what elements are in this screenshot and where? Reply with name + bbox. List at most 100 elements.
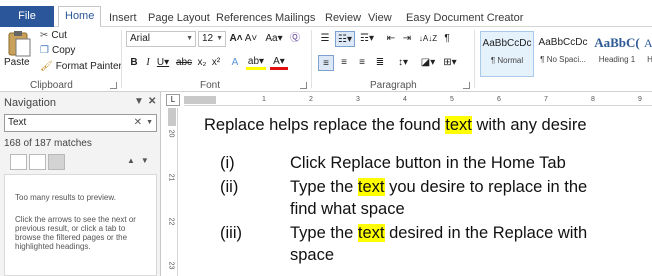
style-normal[interactable]: AaBbCcDc ¶ Normal xyxy=(480,31,534,77)
list-item: (ii) Type the text you desire to replace… xyxy=(220,178,650,222)
font-size-combo[interactable]: 12 ▼ xyxy=(198,31,226,47)
superscript-icon[interactable]: x² xyxy=(210,55,222,71)
bold-icon[interactable]: B xyxy=(128,55,140,71)
ruler-mark: 2 xyxy=(309,96,313,103)
line-spacing-icon[interactable]: ↕▾ xyxy=(394,55,412,71)
result-arrows[interactable]: ▲▼ xyxy=(127,156,155,165)
align-center-icon[interactable]: ≡ xyxy=(336,55,352,71)
tab-page-layout[interactable]: Page Layout xyxy=(142,9,216,27)
font-name-combo[interactable]: Arial ▼ xyxy=(126,31,196,47)
paragraph-launcher[interactable] xyxy=(463,82,470,89)
shrink-font-button[interactable]: A˅ xyxy=(244,31,258,47)
ruler-mark: 22 xyxy=(167,217,175,226)
style-name: ¶ Normal xyxy=(490,56,524,65)
show-marks-button[interactable]: ¶ xyxy=(441,31,453,47)
style-no-spacing[interactable]: AaBbCcDc ¶ No Spaci... xyxy=(536,31,590,77)
highlight-icon[interactable]: ab▾ xyxy=(246,55,266,70)
font-group-label: Font xyxy=(200,80,221,91)
search-value: Text xyxy=(8,117,27,128)
copy-button[interactable]: ❐ Copy xyxy=(40,44,75,58)
clear-search-icon[interactable]: ✕ xyxy=(134,115,142,131)
subscript-icon[interactable]: x₂ xyxy=(196,55,208,71)
style-heading-2[interactable]: AaB H xyxy=(644,31,652,77)
navigation-title: Navigation xyxy=(4,97,56,109)
change-case-button[interactable]: Aa▾ xyxy=(264,31,284,47)
results-tab-icon[interactable] xyxy=(48,154,65,170)
style-sample: AaB xyxy=(644,36,652,50)
style-heading-1[interactable]: AaBbC( Heading 1 xyxy=(592,31,642,77)
vertical-ruler[interactable]: 20 21 22 23 xyxy=(166,108,178,276)
tab-easy-document-creator[interactable]: Easy Document Creator xyxy=(400,9,529,27)
font-name-value: Arial xyxy=(130,33,151,44)
cut-button[interactable]: ✂ Cut xyxy=(40,29,67,43)
increase-indent-icon[interactable]: ⇥ xyxy=(400,31,414,47)
tab-home[interactable]: Home xyxy=(58,6,102,28)
text-run: desired in the Replace with xyxy=(384,224,588,242)
style-name: H xyxy=(647,55,652,64)
text-run: you desire to replace in the xyxy=(384,178,588,196)
paste-button[interactable] xyxy=(6,29,32,59)
ruler-mark: 4 xyxy=(403,96,407,103)
style-sample: AaBbCcDc xyxy=(482,38,532,49)
numbering-icon[interactable]: ☷▾ xyxy=(335,31,355,47)
list-number: (ii) xyxy=(220,178,239,196)
style-name: Heading 1 xyxy=(598,55,636,64)
list-item: (iii) Type the text desired in the Repla… xyxy=(220,224,650,268)
tab-insert[interactable]: Insert xyxy=(103,9,143,27)
font-color-icon[interactable]: A▾ xyxy=(270,55,288,70)
clear-formatting-button[interactable]: Ⓠ xyxy=(288,31,302,47)
font-launcher[interactable] xyxy=(300,82,307,89)
navigation-tabs xyxy=(10,154,65,170)
document-page[interactable]: Replace helps replace the found text wit… xyxy=(182,108,652,276)
tab-mailings[interactable]: Mailings xyxy=(269,9,321,27)
ruler-mark: 1 xyxy=(262,96,266,103)
pane-options-icon[interactable]: ▼ xyxy=(134,96,144,107)
match-count: 168 of 187 matches xyxy=(4,138,92,149)
headings-tab-icon[interactable] xyxy=(10,154,27,170)
tab-selector[interactable]: L xyxy=(166,94,180,106)
chevron-down-icon[interactable]: ▼ xyxy=(146,115,153,131)
justify-icon[interactable]: ≣ xyxy=(372,55,388,71)
tab-review[interactable]: Review xyxy=(319,9,367,27)
ruler-mark: 7 xyxy=(544,96,548,103)
horizontal-ruler[interactable]: 1 2 3 4 5 6 7 8 9 xyxy=(184,94,652,106)
copy-icon: ❐ xyxy=(40,45,49,56)
navigation-pane: Navigation ▼ ✕ Text ✕ ▼ 168 of 187 match… xyxy=(0,92,161,276)
chevron-down-icon: ▼ xyxy=(216,35,223,42)
close-icon[interactable]: ✕ xyxy=(148,96,156,107)
strikethrough-icon[interactable]: abc xyxy=(174,55,194,71)
pages-tab-icon[interactable] xyxy=(29,154,46,170)
group-divider xyxy=(311,30,312,88)
clipboard-launcher[interactable] xyxy=(110,82,117,89)
intro-paragraph: Replace helps replace the found text wit… xyxy=(204,116,587,135)
tab-view[interactable]: View xyxy=(362,9,398,27)
sort-icon[interactable]: ↓A↓Z xyxy=(418,31,438,47)
list-item: (i) Click Replace button in the Home Tab xyxy=(220,154,650,176)
text-run: Replace helps replace the found xyxy=(204,116,446,134)
search-highlight: text xyxy=(357,178,385,196)
grow-font-button[interactable]: A˄ xyxy=(229,31,243,47)
search-input[interactable]: Text ✕ ▼ xyxy=(4,114,157,132)
italic-icon[interactable]: I xyxy=(142,55,154,71)
format-painter-button[interactable]: 🖌 Format Painter xyxy=(40,60,122,74)
text-effects-icon[interactable]: A xyxy=(228,55,242,71)
align-right-icon[interactable]: ≡ xyxy=(354,55,370,71)
search-highlight: text xyxy=(357,224,385,242)
ruler-mark: 8 xyxy=(591,96,595,103)
tab-file[interactable]: File xyxy=(0,6,54,27)
list-text: Type the text you desire to replace in t… xyxy=(290,178,587,197)
list-text: Type the text desired in the Replace wit… xyxy=(290,224,587,243)
paintbrush-icon: 🖌 xyxy=(40,61,53,72)
bullets-icon[interactable]: ☰ xyxy=(317,31,333,47)
align-left-icon[interactable]: ≡ xyxy=(318,55,334,71)
list-text-continued: find what space xyxy=(290,200,405,218)
text-run: Type the xyxy=(290,178,358,196)
decrease-indent-icon[interactable]: ⇤ xyxy=(384,31,398,47)
ruler-mark: 20 xyxy=(167,129,175,138)
shading-icon[interactable]: ◪▾ xyxy=(418,55,438,71)
list-text-continued: space xyxy=(290,246,335,264)
search-highlight: text xyxy=(445,116,472,134)
borders-icon[interactable]: ⊞▾ xyxy=(441,55,459,71)
multilevel-list-icon[interactable]: ☶▾ xyxy=(358,31,376,47)
underline-icon[interactable]: U▾ xyxy=(156,55,170,71)
